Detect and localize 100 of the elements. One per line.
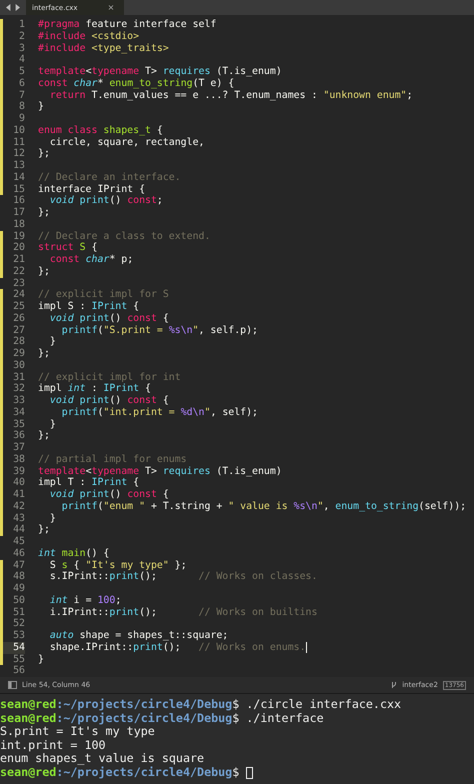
prompt-user: sean@red (0, 766, 56, 780)
code-line: // explicit impl for int (38, 372, 181, 384)
terminal-output: int.print = 100 (0, 738, 106, 752)
close-icon[interactable]: × (108, 3, 114, 12)
line-number: 49 (12, 583, 25, 595)
code-line: } (48, 418, 56, 430)
line-number: 21 (12, 254, 25, 266)
code-line: enum class shapes_t { (38, 124, 163, 136)
code-line: void print() const { (48, 312, 169, 324)
prompt-path: :~/projects/circle4/Debug (56, 712, 232, 726)
line-number: 5 (18, 66, 25, 78)
code-line: void print() const; (48, 195, 163, 207)
line-number: 31 (12, 372, 25, 384)
line-number: 40 (12, 477, 25, 489)
line-number: 2 (18, 30, 25, 42)
code-line: interface IPrint { (38, 184, 146, 196)
terminal[interactable] (0, 694, 474, 784)
prompt-symbol: $ (232, 766, 240, 780)
line-number: 6 (18, 78, 25, 90)
code-line: void print() const { (48, 489, 169, 501)
line-number: 56 (12, 665, 25, 677)
code-line: // explicit impl for S (38, 289, 169, 301)
prompt-path: :~/projects/circle4/Debug (56, 766, 232, 780)
code-line: #include <type_traits> (38, 42, 169, 54)
code-line: #pragma feature interface self (38, 19, 216, 31)
line-number: 50 (12, 594, 25, 606)
line-number: 4 (18, 54, 25, 66)
line-number: 10 (12, 124, 25, 136)
line-number: 44 (12, 524, 25, 536)
code-line: }; (38, 524, 50, 536)
panel-icon[interactable] (8, 681, 17, 689)
line-number: 43 (12, 512, 25, 524)
line-number: 23 (12, 278, 25, 290)
line-number: 26 (12, 312, 25, 324)
line-number: 37 (12, 442, 25, 454)
line-number: 22 (12, 266, 25, 278)
prompt-symbol: $ (232, 712, 240, 726)
code-line: auto shape = shapes_t::square; (48, 630, 228, 642)
line-number: 55 (12, 654, 25, 666)
line-number: 52 (12, 618, 25, 630)
code-line: shape.IPrint::print(); // Works on enums. (48, 642, 306, 654)
code-line: // Declare an interface. (38, 172, 181, 184)
line-number: 33 (12, 395, 25, 407)
line-number: 34 (12, 406, 25, 418)
code-line: const char* enum_to_string(T e) { (38, 78, 234, 90)
line-number: 51 (12, 606, 25, 618)
line-number: 36 (12, 430, 25, 442)
code-line: } (38, 101, 44, 113)
line-number: 39 (12, 466, 25, 478)
navigation-arrows-icon[interactable] (6, 4, 20, 11)
prompt-path: :~/projects/circle4/Debug (56, 698, 232, 712)
code-line: printf("S.print = %s\n", self.p); (60, 324, 258, 336)
line-number: 53 (12, 630, 25, 642)
prompt-user: sean@red (0, 712, 56, 726)
line-number: 46 (12, 548, 25, 560)
branch-icon (391, 681, 398, 689)
terminal-output: S.print = It's my type (0, 725, 155, 739)
line-number: 3 (18, 42, 25, 54)
line-number: 54 (3, 642, 25, 654)
code-line: int main() { (38, 548, 110, 560)
code-line: }; (38, 266, 50, 278)
line-number: 8 (18, 101, 25, 113)
terminal-output: enum shapes_t value is square (0, 752, 204, 766)
code-line: struct S { (38, 242, 98, 254)
code-line: printf("int.print = %d\n", self); (60, 406, 258, 418)
line-number: 35 (12, 418, 25, 430)
line-number: 30 (12, 360, 25, 372)
code-line: void print() const { (48, 395, 169, 407)
line-number: 41 (12, 489, 25, 501)
line-number: 20 (12, 242, 25, 254)
code-line: // partial impl for enums (38, 454, 187, 466)
code-line: int i = 100; (48, 594, 122, 606)
code-line: }; (38, 430, 50, 442)
code-line: #include <cstdio> (38, 30, 140, 42)
code-line: template<typename T> requires (T.is_enum) (38, 466, 282, 478)
code-line: circle, square, rectangle, (48, 136, 204, 148)
code-line: } (48, 512, 56, 524)
line-number: 11 (12, 136, 25, 148)
line-number: 9 (18, 113, 25, 125)
code-line: }; (38, 148, 50, 160)
line-number: 29 (12, 348, 25, 360)
code-line: template<typename T> requires (T.is_enum) (38, 66, 282, 78)
code-line: i.IPrint::print(); // Works on builtins (48, 606, 318, 618)
code-line: }; (38, 207, 50, 219)
text-cursor (306, 642, 307, 653)
line-number: 48 (12, 571, 25, 583)
code-line: impl int : IPrint { (38, 383, 151, 395)
code-line: } (38, 654, 44, 666)
code-line: }; (38, 348, 50, 360)
line-number: 27 (12, 324, 25, 336)
line-number: 14 (12, 172, 25, 184)
code-line: // Declare a class to extend. (38, 230, 210, 242)
code-line: impl S : IPrint { (38, 301, 140, 313)
prompt-user: sean@red (0, 698, 56, 712)
terminal-command: ./interface (246, 712, 324, 726)
code-line: impl T : IPrint { (38, 477, 140, 489)
line-number: 25 (12, 301, 25, 313)
line-number: 17 (12, 207, 25, 219)
code-line: S s { "It's my type" }; (48, 560, 187, 572)
line-number: 16 (12, 195, 25, 207)
